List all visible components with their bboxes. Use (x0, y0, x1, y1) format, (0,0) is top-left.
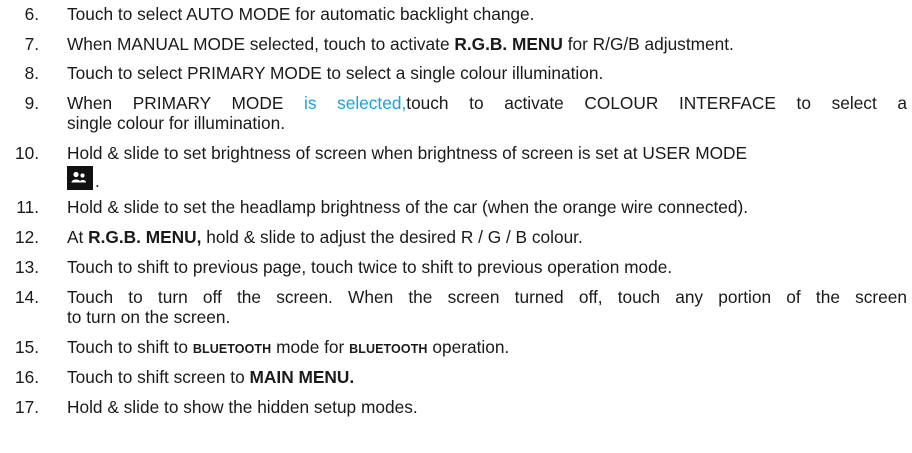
item-number: 14. (14, 287, 39, 307)
item-number: 10. (14, 143, 39, 163)
item-text: Touch to select PRIMARY MODE to select a… (67, 63, 604, 83)
item-text: Touch to shift to previous page, touch t… (67, 257, 673, 277)
highlighted-text: is selected, (303, 93, 407, 113)
item-text: When MANUAL MODE selected, touch to acti… (67, 35, 907, 54)
item-text: Touch to shift screen to MAIN MENU. (67, 368, 907, 387)
item-text: When PRIMARY MODE is selected,touch to a… (67, 94, 907, 113)
text-segment: operation. (427, 337, 510, 357)
list-item: 14. Touch to turn off the screen. When t… (0, 288, 912, 328)
text-segment: Touch to shift screen to (67, 367, 250, 387)
bluetooth-word: BLUETOOTH (349, 342, 428, 356)
text-segment: hold & slide to adjust the desired R / G… (201, 227, 583, 247)
item-icon-line: . (67, 166, 100, 191)
item-number: 7. (24, 34, 39, 54)
text-segment: When MANUAL MODE selected, touch to acti… (67, 34, 455, 54)
list-item: 9. When PRIMARY MODE is selected,touch t… (0, 94, 912, 134)
text-segment: mode for (271, 337, 350, 357)
text-segment: When PRIMARY MODE (67, 93, 304, 113)
item-text: Touch to shift to BLUETOOTH mode for BLU… (67, 338, 907, 359)
item-number: 8. (24, 63, 39, 83)
text-segment: Touch to shift to (67, 337, 193, 357)
user-mode-icon (67, 166, 93, 190)
item-number: 17. (14, 397, 39, 417)
item-text: Hold & slide to set the headlamp brightn… (67, 197, 749, 217)
item-text: Touch to select AUTO MODE for automatic … (67, 4, 535, 24)
item-text: Hold & slide to set brightness of screen… (67, 143, 748, 163)
item-number: 16. (14, 367, 39, 387)
item-period: . (95, 171, 100, 191)
bold-term: R.G.B. MENU (454, 34, 563, 54)
item-number: 15. (14, 337, 39, 357)
item-text-continued: single colour for illumination. (67, 113, 286, 133)
item-number: 13. (14, 257, 39, 277)
bold-term: MAIN MENU. (249, 367, 355, 387)
text-segment: for R/G/B adjustment. (562, 34, 734, 54)
item-text-continued: to turn on the screen. (67, 307, 231, 327)
item-text: Touch to turn off the screen. When the s… (67, 287, 907, 307)
list-item: 10. Hold & slide to set brightness of sc… (0, 143, 912, 191)
item-number: 6. (24, 4, 39, 24)
item-number: 9. (24, 93, 39, 113)
item-text: At R.G.B. MENU, hold & slide to adjust t… (67, 228, 907, 247)
bluetooth-word: BLUETOOTH (192, 342, 272, 356)
text-segment: At (67, 227, 89, 247)
item-text: Hold & slide to show the hidden setup mo… (67, 397, 418, 417)
item-number: 12. (14, 227, 39, 247)
item-number: 11. (16, 197, 39, 217)
instruction-list: 6. Touch to select AUTO MODE for automat… (0, 0, 912, 453)
text-segment: touch to activate COLOUR INTERFACE to se… (406, 93, 907, 113)
bold-term: R.G.B. MENU, (88, 227, 202, 247)
